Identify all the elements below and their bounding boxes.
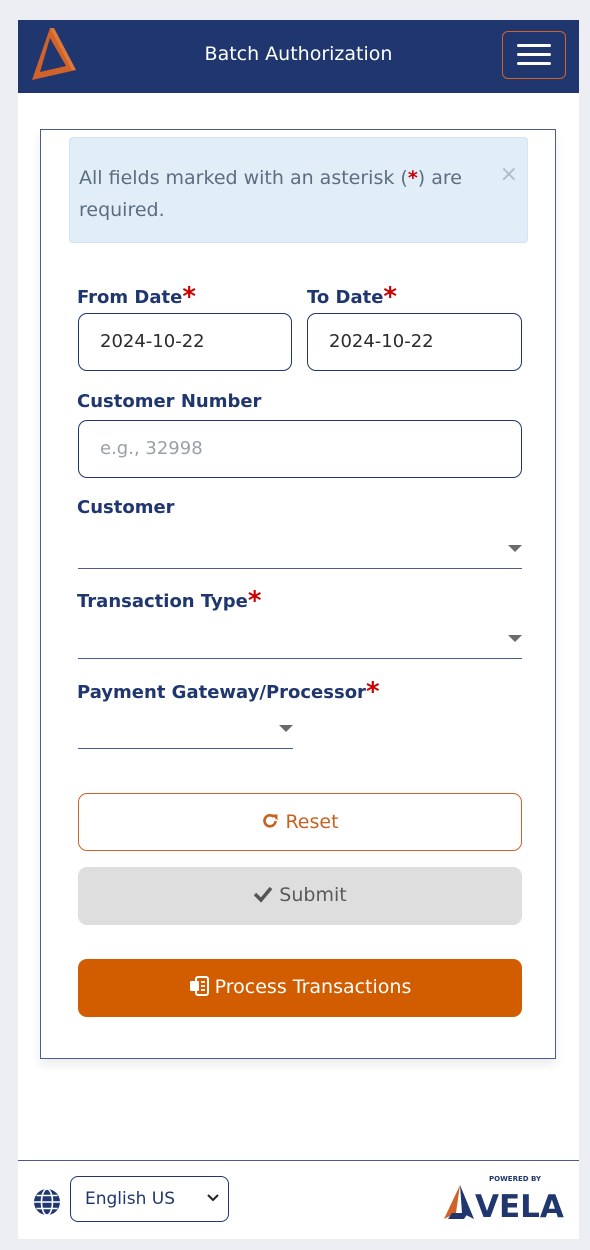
vela-brand-text: VELA bbox=[475, 1189, 564, 1223]
footer: English US POWERED BY VELA bbox=[18, 1160, 579, 1239]
customer-number-label: Customer Number bbox=[77, 391, 262, 412]
hamburger-menu-button[interactable] bbox=[502, 31, 566, 79]
refresh-icon bbox=[263, 813, 278, 828]
alert-asterisk: * bbox=[407, 167, 418, 189]
reset-button[interactable]: Reset bbox=[78, 793, 522, 851]
chevron-down-icon bbox=[508, 635, 522, 642]
to-date-label: To Date* bbox=[307, 282, 398, 312]
alert-message: All fields marked with an asterisk (*) a… bbox=[79, 167, 462, 221]
customer-select[interactable] bbox=[78, 528, 522, 569]
hamburger-menu-icon bbox=[517, 62, 551, 65]
customer-label: Customer bbox=[77, 497, 175, 518]
submit-button[interactable]: Submit bbox=[78, 867, 522, 925]
close-icon[interactable]: × bbox=[500, 162, 518, 187]
payment-gateway-label: Payment Gateway/Processor* bbox=[77, 677, 380, 707]
app-frame: Batch Authorization All fields marked wi… bbox=[18, 20, 579, 1239]
chevron-down-icon bbox=[207, 1194, 219, 1202]
chevron-down-icon bbox=[508, 545, 522, 552]
powered-by-vela-logo: POWERED BY VELA bbox=[444, 1175, 564, 1223]
required-fields-alert: All fields marked with an asterisk (*) a… bbox=[69, 137, 528, 243]
customer-number-input[interactable]: e.g., 32998 bbox=[78, 420, 522, 478]
to-date-input[interactable]: 2024-10-22 bbox=[307, 313, 522, 371]
transaction-type-select[interactable] bbox=[78, 618, 522, 659]
batch-form-card: All fields marked with an asterisk (*) a… bbox=[40, 129, 556, 1059]
transaction-type-label: Transaction Type* bbox=[77, 586, 262, 616]
payment-gateway-select[interactable] bbox=[78, 708, 293, 749]
from-date-input[interactable]: 2024-10-22 bbox=[78, 313, 292, 371]
chevron-down-icon bbox=[279, 725, 293, 732]
powered-by-text: POWERED BY bbox=[489, 1175, 542, 1183]
globe-icon bbox=[34, 1188, 60, 1216]
process-transactions-button[interactable]: Process Transactions bbox=[78, 959, 522, 1017]
top-header: Batch Authorization bbox=[18, 20, 579, 93]
hamburger-menu-icon bbox=[517, 44, 551, 47]
page-title: Batch Authorization bbox=[204, 43, 393, 65]
from-date-label: From Date* bbox=[77, 282, 196, 312]
hamburger-menu-icon bbox=[517, 53, 551, 56]
language-select[interactable]: English US bbox=[70, 1176, 229, 1222]
checkmark-icon bbox=[254, 886, 273, 903]
batch-transactions-icon bbox=[189, 975, 209, 996]
